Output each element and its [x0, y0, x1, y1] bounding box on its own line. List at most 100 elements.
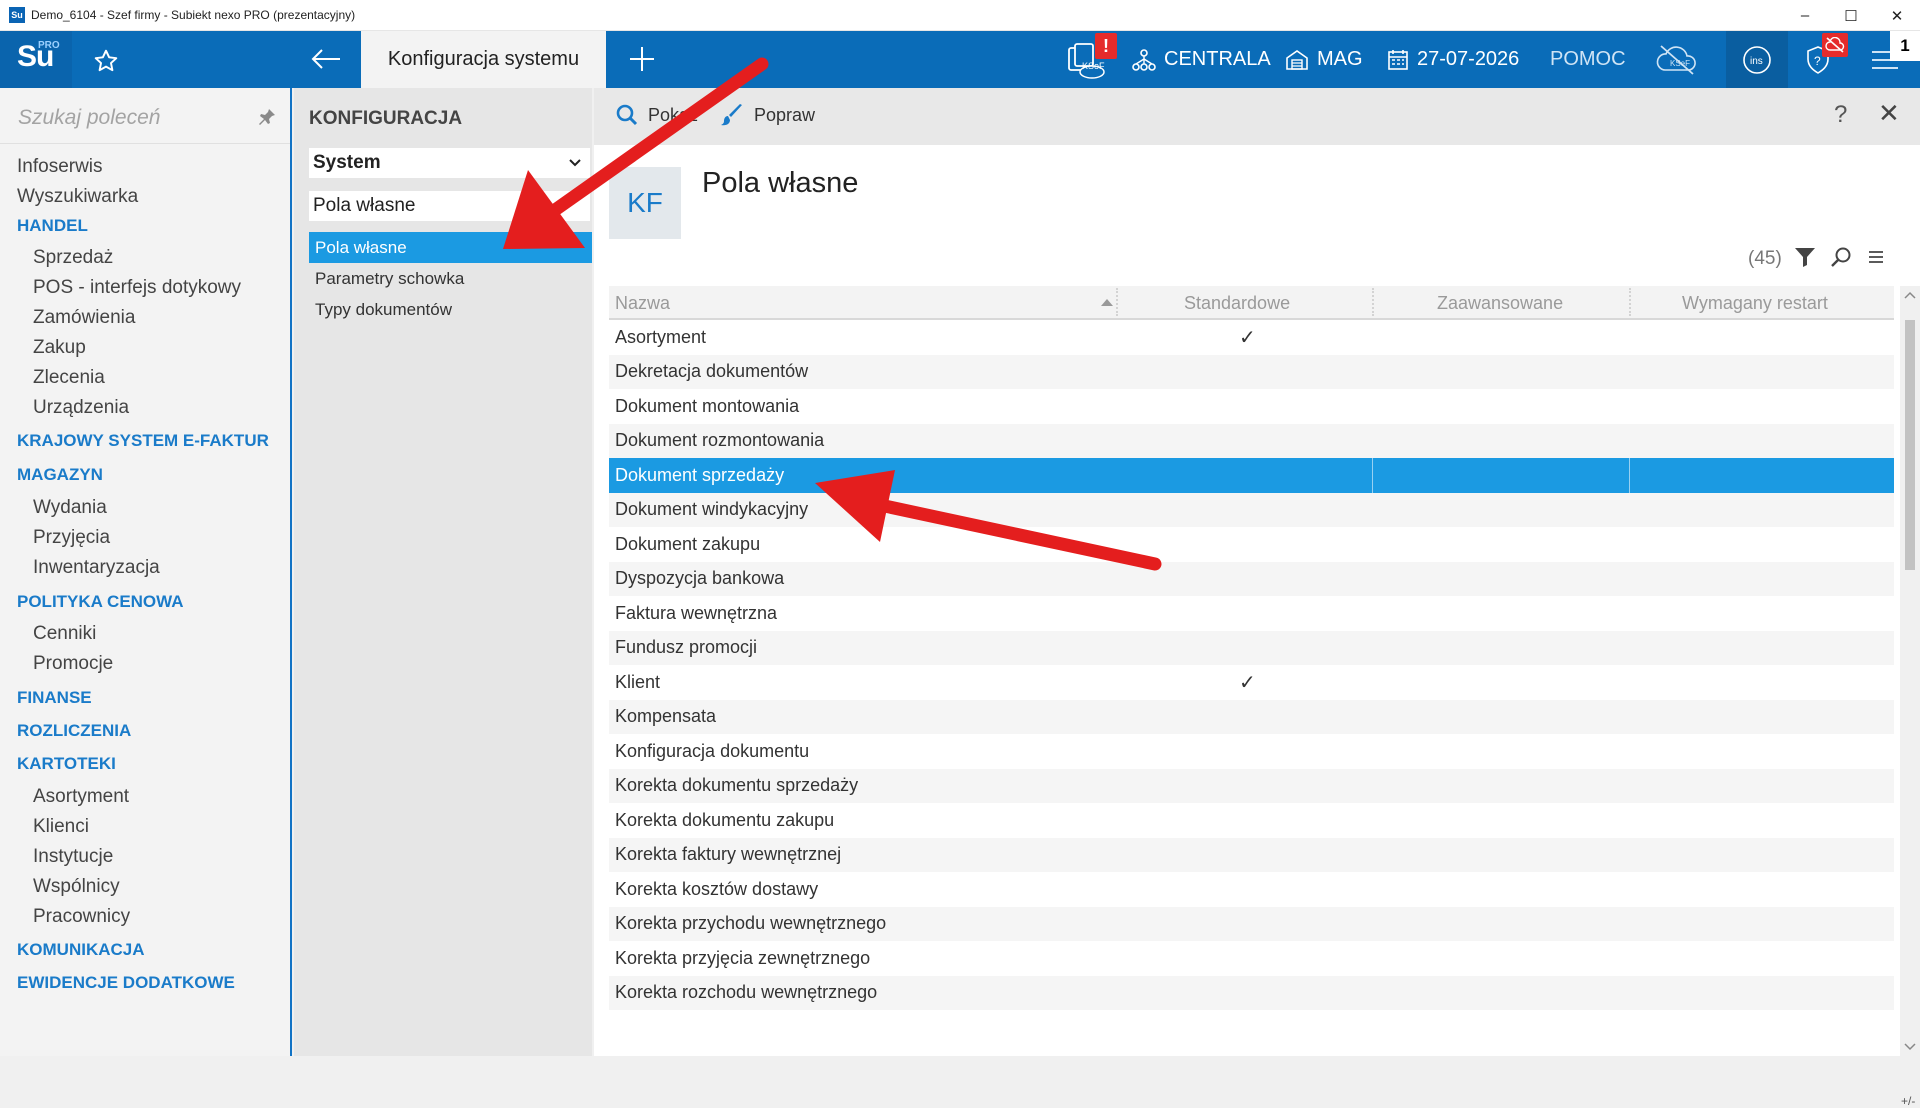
table-row[interactable]: Korekta dokumentu sprzedaży	[609, 768, 1894, 803]
column-separator[interactable]	[1116, 288, 1118, 316]
network-icon	[1132, 48, 1156, 71]
sidebar-item[interactable]: Urządzenia	[33, 397, 129, 419]
show-label: Pokaż	[648, 104, 699, 125]
ksef-cloud-button[interactable]: KSeF	[1655, 31, 1707, 88]
table-row[interactable]: Dokument windykacyjny	[609, 492, 1894, 527]
edit-button[interactable]: Popraw	[720, 100, 815, 130]
app-logo[interactable]: Su PRO	[0, 31, 72, 88]
sidebar-item[interactable]: Pracownicy	[33, 906, 130, 928]
config-category-select[interactable]: System	[309, 148, 590, 178]
config-item[interactable]: Typy dokumentów	[309, 294, 592, 325]
page-title: Pola własne	[702, 167, 859, 199]
table-row[interactable]: Klient ✓	[609, 665, 1894, 700]
vertical-scrollbar[interactable]	[1900, 286, 1920, 1056]
sidebar-item[interactable]: Wspólnicy	[33, 876, 120, 898]
favorites-button[interactable]	[88, 43, 124, 79]
table-row[interactable]: Kompensata	[609, 699, 1894, 734]
table-row[interactable]: Korekta przychodu wewnętrznego	[609, 906, 1894, 941]
table-row[interactable]: Dekretacja dokumentów	[609, 354, 1894, 389]
sidebar-section-heading[interactable]: EWIDENCJE DODATKOWE	[17, 973, 235, 993]
table-row[interactable]: Dokument montowania	[609, 389, 1894, 424]
cell-nazwa: Kompensata	[615, 706, 717, 727]
sidebar-item[interactable]: Wyszukiwarka	[17, 186, 138, 208]
command-search-input[interactable]: Szukaj poleceń	[18, 106, 160, 130]
table-row[interactable]: Korekta kosztów dostawy	[609, 872, 1894, 907]
sidebar-section-heading[interactable]: KOMUNIKACJA	[17, 940, 145, 960]
centrala-button[interactable]: CENTRALA	[1132, 31, 1271, 88]
cell-nazwa: Korekta faktury wewnętrznej	[615, 844, 842, 865]
sidebar-item[interactable]: Zakup	[33, 337, 86, 359]
column-header-nazwa[interactable]: Nazwa	[615, 286, 670, 320]
new-tab-button[interactable]	[624, 41, 660, 77]
config-title: KONFIGURACJA	[309, 108, 463, 129]
sidebar-item[interactable]: Cenniki	[33, 623, 96, 645]
cell-nazwa: Dokument montowania	[615, 395, 800, 416]
magnifier-icon[interactable]	[1830, 246, 1852, 268]
scroll-thumb[interactable]	[1905, 320, 1915, 570]
scroll-up-icon[interactable]	[1904, 290, 1916, 300]
close-window-button[interactable]: ✕	[1874, 0, 1920, 31]
table-body: Asortyment ✓ Dekretacja dokumentów Dokument…	[609, 320, 1894, 1010]
config-filter-input[interactable]: Pola własne	[309, 191, 590, 221]
warehouse-label: MAG	[1317, 48, 1363, 70]
sidebar-section-heading[interactable]: HANDEL	[17, 216, 88, 236]
column-separator[interactable]	[1372, 288, 1374, 316]
table-row[interactable]: Dokument rozmontowania	[609, 423, 1894, 458]
column-separator[interactable]	[1629, 288, 1631, 316]
table-row[interactable]: Asortyment ✓	[609, 320, 1894, 355]
sidebar-item[interactable]: Zamówienia	[33, 307, 135, 329]
table-row[interactable]: Korekta faktury wewnętrznej	[609, 837, 1894, 872]
scroll-down-icon[interactable]	[1904, 1042, 1916, 1052]
table-row[interactable]: Korekta dokumentu zakupu	[609, 803, 1894, 838]
sidebar-item[interactable]: Promocje	[33, 653, 113, 675]
table-row[interactable]: Dokument zakupu	[609, 527, 1894, 562]
sidebar-section-heading[interactable]: POLITYKA CENOWA	[17, 592, 184, 612]
sidebar-section-heading[interactable]: ROZLICZENIA	[17, 721, 131, 741]
sidebar-item[interactable]: Zlecenia	[33, 367, 105, 389]
table-row[interactable]: Fundusz promocji	[609, 630, 1894, 665]
help-button[interactable]: ?	[1834, 101, 1847, 129]
sidebar-item[interactable]: Instytucje	[33, 846, 113, 868]
table-row[interactable]: Dyspozycja bankowa	[609, 561, 1894, 596]
filter-icon[interactable]	[1794, 246, 1816, 268]
column-header-standardowe[interactable]: Standardowe	[1184, 286, 1290, 320]
table-row[interactable]: Korekta rozchodu wewnętrznego	[609, 975, 1894, 1010]
tab-konfiguracja-systemu[interactable]: Konfiguracja systemu	[361, 31, 606, 88]
back-button[interactable]	[306, 41, 346, 77]
show-button[interactable]: Pokaż	[616, 100, 698, 130]
config-item[interactable]: Pola własne	[309, 232, 592, 263]
sidebar-item[interactable]: Sprzedaż	[33, 247, 113, 269]
sidebar-section-heading[interactable]: FINANSE	[17, 688, 92, 708]
close-view-button[interactable]: ✕	[1878, 98, 1900, 129]
column-header-wymagany-restart[interactable]: Wymagany restart	[1682, 286, 1828, 320]
sidebar-item[interactable]: Infoserwis	[17, 156, 103, 178]
date-button[interactable]: 27-07-2026	[1387, 31, 1519, 88]
table-row[interactable]: Dokument sprzedaży	[609, 458, 1894, 493]
table-row[interactable]: Korekta przyjęcia zewnętrznego	[609, 941, 1894, 976]
config-item[interactable]: Parametry schowka	[309, 263, 592, 294]
sidebar-item[interactable]: Asortyment	[33, 786, 129, 808]
warehouse-button[interactable]: MAG	[1285, 31, 1363, 88]
column-header-zaawansowane[interactable]: Zaawansowane	[1437, 286, 1563, 320]
svg-text:KSeF: KSeF	[1670, 59, 1690, 68]
maximize-button[interactable]: ☐	[1828, 0, 1874, 31]
sidebar-item[interactable]: Klienci	[33, 816, 89, 838]
sidebar-section-heading[interactable]: KRAJOWY SYSTEM E-FAKTUR	[17, 431, 269, 451]
help-menu-button[interactable]: POMOC	[1550, 31, 1626, 88]
insert-button[interactable]: ins	[1726, 31, 1788, 88]
minimize-button[interactable]: –	[1782, 0, 1828, 31]
table-row[interactable]: Faktura wewnętrzna	[609, 596, 1894, 631]
logo-pro: PRO	[38, 40, 60, 51]
sidebar-item[interactable]: POS - interfejs dotykowy	[33, 277, 241, 299]
sidebar-item[interactable]: Wydania	[33, 497, 107, 519]
cell-nazwa: Dekretacja dokumentów	[615, 361, 809, 382]
table-row[interactable]: Konfiguracja dokumentu	[609, 734, 1894, 769]
calendar-icon	[1388, 49, 1408, 70]
sidebar-item[interactable]: Inwentaryzacja	[33, 557, 160, 579]
pin-icon[interactable]	[258, 108, 276, 126]
sidebar-section-heading[interactable]: KARTOTEKI	[17, 754, 116, 774]
sidebar-section-heading[interactable]: MAGAZYN	[17, 465, 103, 485]
grid-menu-icon[interactable]	[1866, 246, 1886, 268]
resize-corner: +/-	[1901, 1094, 1916, 1108]
sidebar-item[interactable]: Przyjęcia	[33, 527, 110, 549]
